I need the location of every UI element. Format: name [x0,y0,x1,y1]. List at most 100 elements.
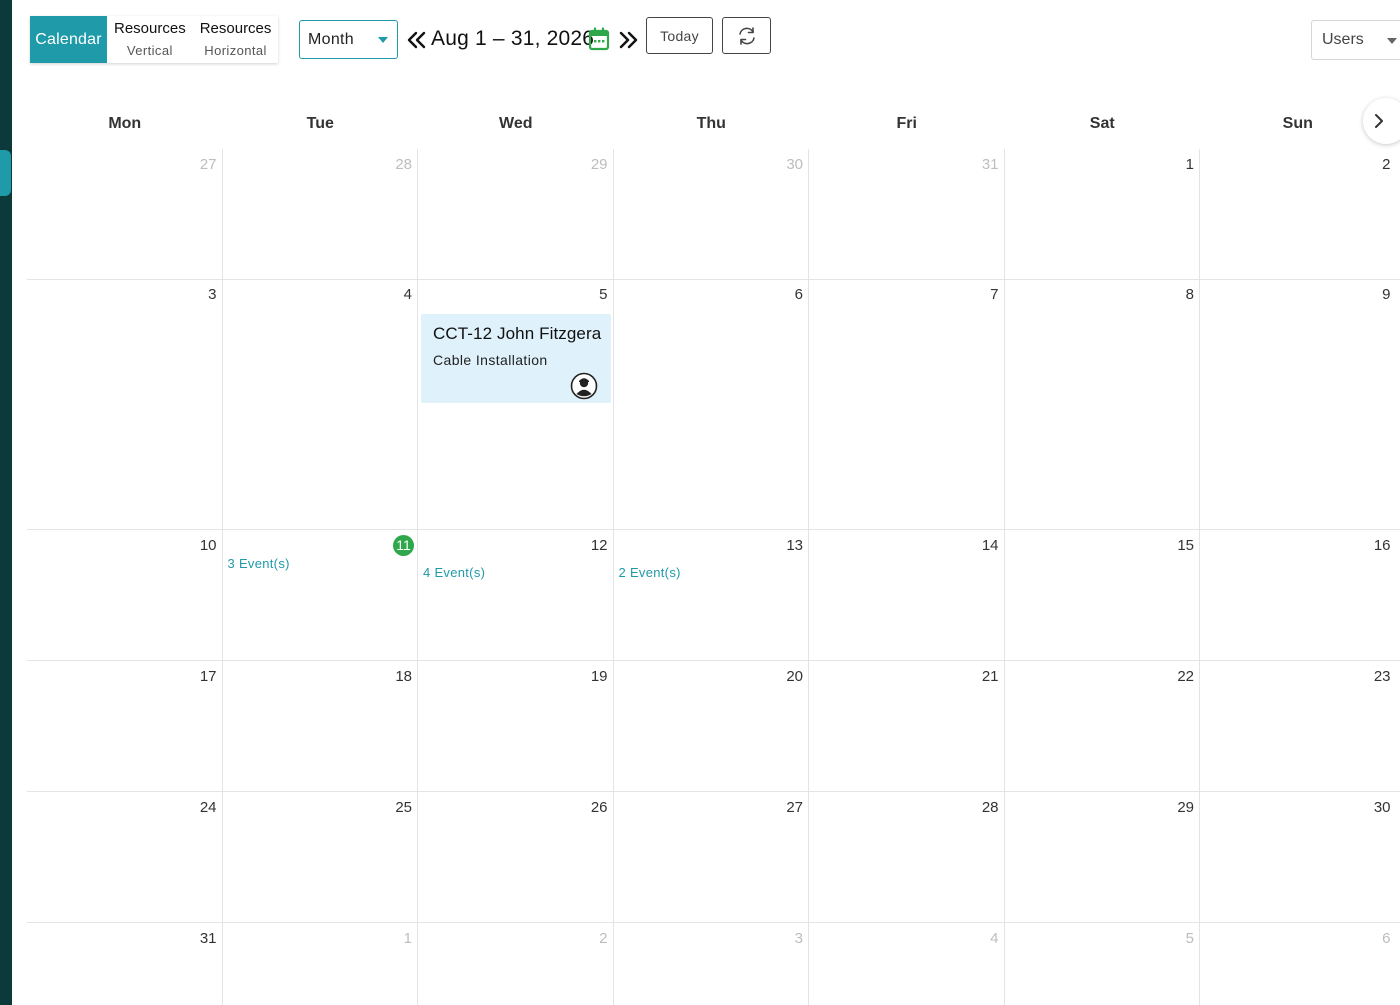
day-number: 9 [1382,286,1391,303]
weekday-header: Mon Tue Wed Thu Fri Sat Sun [27,110,1400,140]
day-cell[interactable]: 7 [809,279,1005,529]
day-cell[interactable]: 30 [1200,792,1396,922]
event-subtitle: Cable Installation [433,352,548,368]
day-number: 10 [199,537,217,554]
day-cell[interactable]: 21 [809,661,1005,791]
day-cell[interactable]: 28 [809,792,1005,922]
day-number: 2 [599,930,608,947]
day-number: 29 [1177,799,1194,816]
week-row: 31 1 2 3 4 5 6 [27,923,1400,1005]
day-number: 12 [590,537,608,554]
day-cell[interactable]: 24 [27,792,223,922]
double-chevron-right-icon [619,31,638,49]
event-title: CCT-12 John Fitzgera [433,324,602,343]
refresh-button[interactable] [722,17,771,54]
day-number: 30 [786,156,803,173]
sidebar-rail-foot [0,988,5,1005]
day-cell[interactable]: 27 [614,792,809,922]
tab-resources-horizontal-sub: Horizontal [204,42,267,58]
day-cell[interactable]: 23 [1200,661,1396,791]
today-button[interactable]: Today [646,17,713,54]
event-card[interactable]: CCT-12 John Fitzgera Cable Installation [421,314,611,403]
day-cell[interactable]: 10 [27,530,223,660]
day-number: 24 [199,799,217,816]
day-number: 31 [199,930,217,947]
day-cell[interactable]: 31 [27,923,223,1005]
sidebar-toggle-handle[interactable] [0,150,11,196]
day-cell[interactable]: 14 [809,530,1005,660]
day-number: 21 [981,668,999,685]
more-events-link[interactable]: 2 Event(s) [619,565,681,580]
day-number: 29 [590,156,608,173]
day-number: 13 [786,537,803,554]
view-mode-select[interactable]: Month [299,20,398,59]
double-chevron-left-icon [407,31,426,49]
day-number: 15 [1177,537,1194,554]
chevron-right-icon [1375,114,1383,128]
day-number: 4 [403,286,412,303]
day-number: 5 [1185,930,1194,947]
day-cell[interactable]: 20 [614,661,809,791]
next-month-button[interactable] [617,27,639,53]
day-cell[interactable]: 5 [1005,923,1200,1005]
day-cell[interactable]: 1 [223,923,418,1005]
today-day-number: 11 [393,535,414,556]
weekday-sat: Sat [1089,115,1115,132]
day-cell[interactable]: 2 [1200,149,1396,279]
tab-calendar[interactable]: Calendar [30,16,107,63]
day-number: 23 [1373,668,1391,685]
day-cell[interactable]: 31 [809,149,1005,279]
day-cell[interactable]: 12 4 Event(s) [418,530,614,660]
day-number: 3 [208,286,217,303]
day-number: 20 [786,668,803,685]
day-number: 7 [990,286,999,303]
tab-calendar-label: Calendar [35,30,102,48]
day-cell[interactable]: 15 [1005,530,1200,660]
day-number: 14 [981,537,999,554]
day-number: 8 [1185,286,1194,303]
day-cell[interactable]: 28 [223,149,418,279]
week-row: 27 28 29 30 31 1 2 [27,149,1400,280]
view-mode-value: Month [308,30,354,48]
day-cell[interactable]: 19 [418,661,614,791]
day-cell[interactable]: 29 [418,149,614,279]
day-cell[interactable]: 27 [27,149,223,279]
week-row: 24 25 26 27 28 29 30 [27,792,1400,923]
calendar-picker-icon[interactable] [588,27,610,51]
day-cell[interactable]: 16 [1200,530,1396,660]
day-cell[interactable]: 2 [418,923,614,1005]
day-number: 3 [794,930,803,947]
day-cell[interactable]: 25 [223,792,418,922]
day-cell[interactable]: 17 [27,661,223,791]
day-cell[interactable]: 9 [1200,279,1396,529]
day-number: 25 [395,799,412,816]
weekday-tue: Tue [306,115,334,132]
day-cell[interactable]: 18 [223,661,418,791]
more-events-link[interactable]: 3 Event(s) [228,556,290,571]
day-number: 16 [1373,537,1391,554]
day-cell[interactable]: 4 [223,279,418,529]
more-events-link[interactable]: 4 Event(s) [423,565,485,580]
day-number: 27 [786,799,803,816]
day-cell[interactable]: 11 3 Event(s) [223,530,418,660]
day-cell[interactable]: 4 [809,923,1005,1005]
day-cell[interactable]: 8 [1005,279,1200,529]
day-cell[interactable]: 3 [614,923,809,1005]
users-filter-select[interactable]: Users [1311,20,1400,60]
day-cell[interactable]: 6 [1200,923,1396,1005]
day-cell[interactable]: 1 [1005,149,1200,279]
day-number: 5 [599,286,608,303]
day-cell[interactable]: 29 [1005,792,1200,922]
day-cell[interactable]: 26 [418,792,614,922]
previous-month-button[interactable] [406,27,428,53]
day-cell[interactable]: 6 [614,279,809,529]
day-cell[interactable]: 30 [614,149,809,279]
week-row: 3 4 5 6 7 8 9 [27,279,1400,530]
tab-resources-horizontal-label: Resources [199,19,272,37]
day-cell[interactable]: 22 [1005,661,1200,791]
tab-resources-vertical[interactable]: Resources Vertical [107,16,193,63]
tab-resources-horizontal[interactable]: Resources Horizontal [193,16,279,63]
day-cell[interactable]: 13 2 Event(s) [614,530,809,660]
weekday-thu: Thu [696,115,726,132]
day-cell[interactable]: 3 [27,279,223,529]
